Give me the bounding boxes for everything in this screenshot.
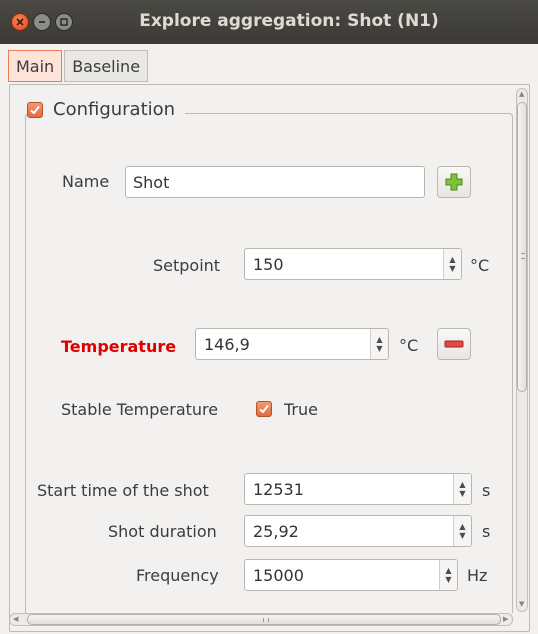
start-time-spin-arrows[interactable]: ▲ ▼ [453, 474, 471, 504]
temperature-spinbox[interactable]: 146,9 ▲ ▼ [195, 328, 389, 360]
name-input[interactable]: Shot [125, 166, 425, 198]
setpoint-label: Setpoint [153, 256, 221, 275]
configuration-checkbox[interactable] [27, 101, 43, 118]
name-label: Name [62, 172, 110, 191]
horizontal-grip-icon [263, 618, 269, 622]
tab-main[interactable]: Main [8, 50, 63, 82]
tab-bar: Main Baseline [8, 50, 149, 84]
frequency-unit: Hz [467, 566, 488, 585]
shot-duration-label: Shot duration [108, 522, 217, 541]
window-title: Explore aggregation: Shot (N1) [139, 11, 439, 31]
start-time-label: Start time of the shot [37, 481, 209, 500]
vertical-scrollbar[interactable]: ▲ ▼ [516, 88, 528, 612]
temperature-unit: °C [399, 336, 419, 355]
frequency-spinbox[interactable]: 15000 ▲ ▼ [244, 559, 458, 591]
start-time-value: 12531 [253, 479, 304, 499]
temperature-value: 146,9 [204, 334, 250, 354]
frequency-spin-arrows[interactable]: ▲ ▼ [439, 560, 457, 590]
plus-icon [445, 173, 463, 191]
setpoint-unit: °C [470, 256, 490, 275]
start-time-unit: s [482, 481, 491, 500]
scroll-up-arrow-icon[interactable]: ▲ [519, 90, 524, 98]
add-button[interactable] [437, 166, 471, 198]
shot-duration-spinbox[interactable]: 25,92 ▲ ▼ [244, 515, 472, 547]
remove-button[interactable] [437, 328, 471, 360]
setpoint-value: 150 [253, 254, 284, 274]
setpoint-spin-arrows[interactable]: ▲ ▼ [443, 249, 461, 279]
scroll-down-arrow-icon[interactable]: ▼ [519, 600, 524, 608]
temperature-label: Temperature [61, 337, 177, 356]
horizontal-scrollbar[interactable]: ◀ ▶ [9, 613, 513, 626]
horizontal-scrollbar-thumb[interactable] [27, 614, 501, 625]
stable-temperature-checkbox[interactable] [256, 401, 272, 417]
temperature-spin-arrows[interactable]: ▲ ▼ [370, 329, 388, 359]
setpoint-spinbox[interactable]: 150 ▲ ▼ [244, 248, 462, 280]
vertical-grip-icon [521, 253, 525, 259]
shot-duration-spin-arrows[interactable]: ▲ ▼ [453, 516, 471, 546]
checkmark-icon [30, 105, 40, 114]
shot-duration-unit: s [482, 522, 491, 541]
frequency-value: 15000 [253, 565, 304, 585]
checkmark-icon [259, 404, 269, 414]
frequency-label: Frequency [136, 566, 219, 585]
scroll-right-arrow-icon[interactable]: ▶ [503, 615, 508, 623]
start-time-spinbox[interactable]: 12531 ▲ ▼ [244, 473, 472, 505]
configuration-group-header: Configuration [27, 99, 186, 120]
shot-duration-value: 25,92 [253, 521, 299, 541]
minus-icon [444, 340, 464, 348]
scroll-left-arrow-icon[interactable]: ◀ [13, 615, 18, 623]
window-titlebar: Explore aggregation: Shot (N1) [0, 0, 538, 44]
tab-baseline[interactable]: Baseline [64, 50, 149, 82]
vertical-scrollbar-thumb[interactable] [517, 102, 527, 392]
configuration-label: Configuration [53, 99, 176, 120]
stable-temperature-value: True [284, 400, 318, 419]
stable-temperature-label: Stable Temperature [61, 400, 219, 419]
